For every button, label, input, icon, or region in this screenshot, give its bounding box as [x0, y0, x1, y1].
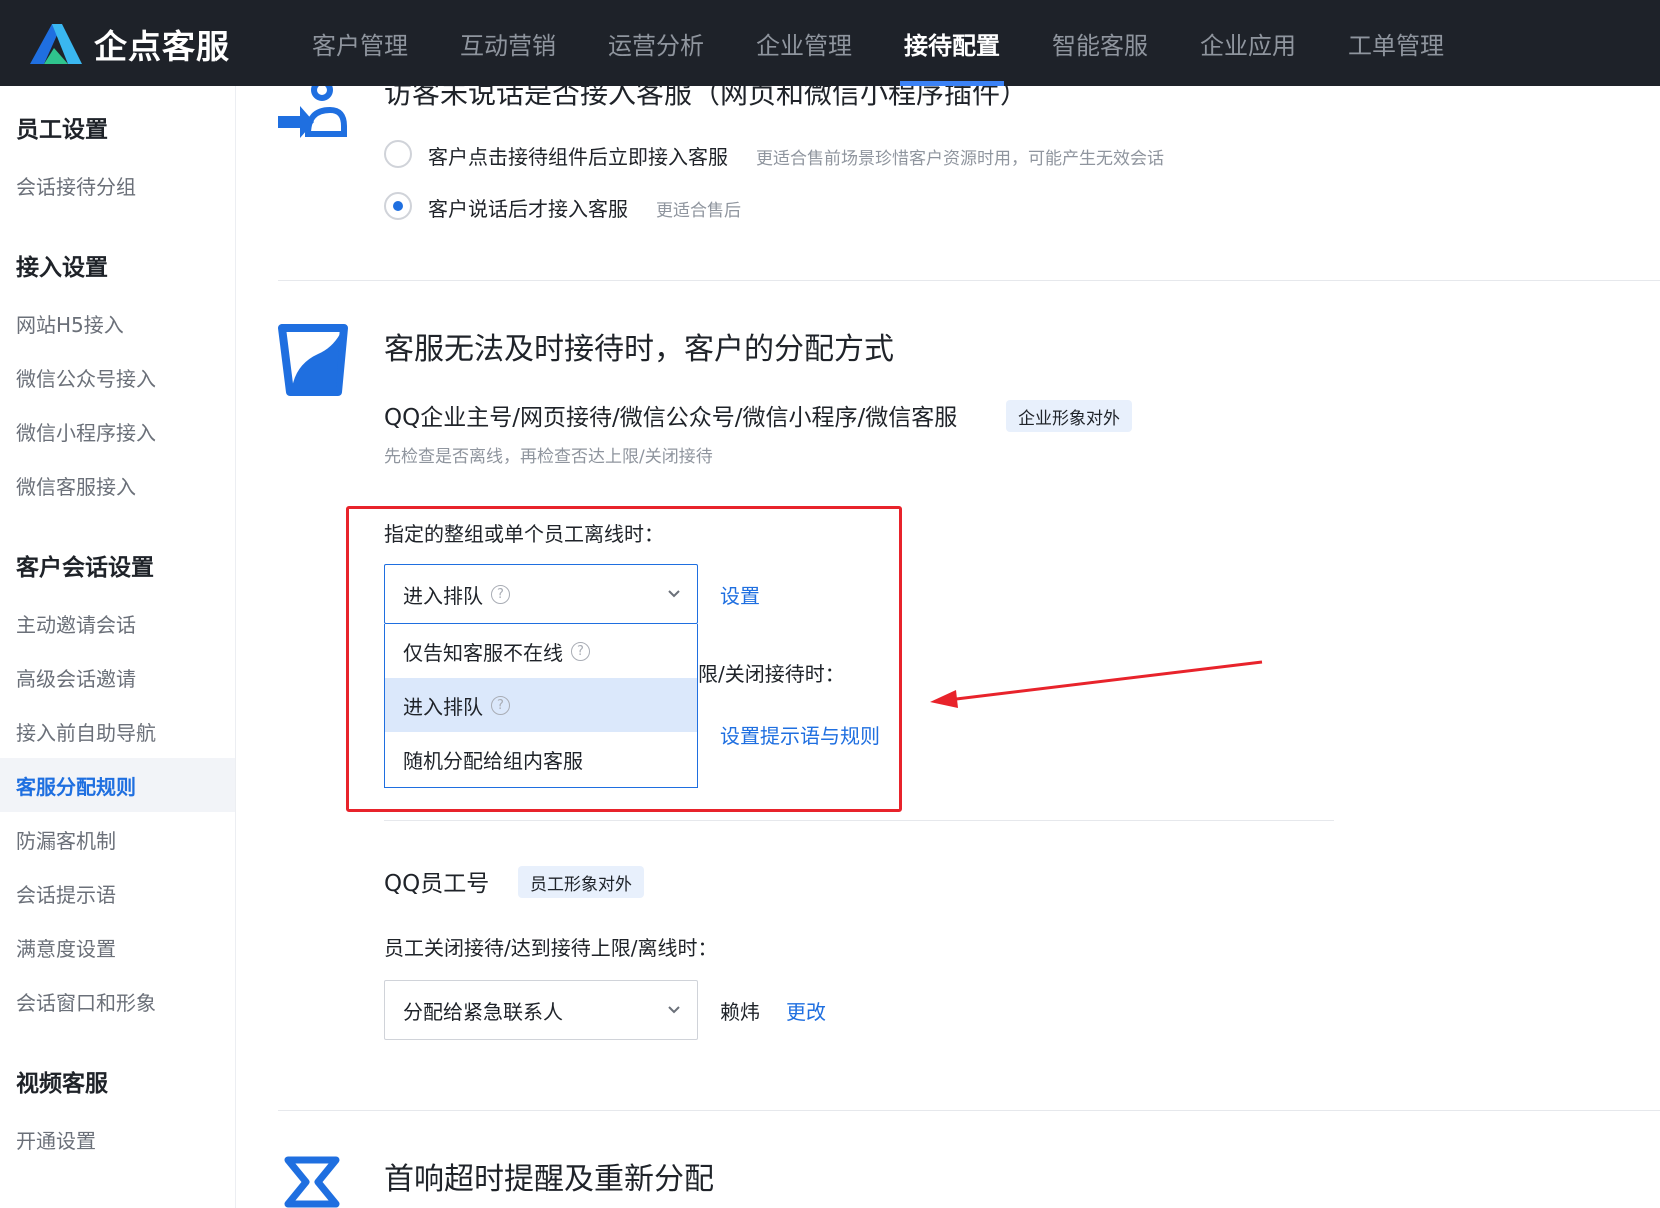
- nav-interactive-marketing[interactable]: 互动营销: [434, 0, 582, 86]
- main-content: 访客未说话是否接入客服（网页和微信小程序插件） 客户点击接待组件后立即接入客服 …: [236, 86, 1660, 1208]
- sidebar-item-active-invite[interactable]: 主动邀请会话: [0, 596, 235, 650]
- bucket-icon: [278, 324, 348, 396]
- sidebar-item-wechat-official[interactable]: 微信公众号接入: [0, 350, 235, 404]
- qq-employee-tag: 员工形象对外: [518, 866, 644, 898]
- sidebar-item-session-prompts[interactable]: 会话提示语: [0, 866, 235, 920]
- section-divider: [278, 1110, 1660, 1111]
- section1-title: 访客未说话是否接入客服（网页和微信小程序插件）: [384, 86, 1029, 110]
- annotation-highlight-box: [346, 506, 902, 812]
- top-navigation-bar: 企点客服 客户管理 互动营销 运营分析 企业管理 接待配置 智能客服 企业应用 …: [0, 0, 1660, 86]
- channel-description: 先检查是否离线，再检查否达上限/关闭接待: [384, 447, 713, 467]
- sidebar-item-window-image[interactable]: 会话窗口和形象: [0, 974, 235, 1028]
- qq-employee-title: QQ员工号: [384, 871, 490, 897]
- nav-enterprise-apps[interactable]: 企业应用: [1174, 0, 1322, 86]
- app-logo[interactable]: 企点客服: [26, 20, 230, 68]
- nav-reception-config[interactable]: 接待配置: [878, 0, 1026, 86]
- sidebar-group-video: 视频客服: [16, 1071, 108, 1097]
- option-connect-after-speak-label: 客户说话后才接入客服: [428, 197, 628, 221]
- sidebar-item-assignment-rules[interactable]: 客服分配规则: [0, 758, 235, 812]
- qq-employee-strategy-value: 分配给紧急联系人: [403, 999, 563, 1024]
- annotation-arrow-icon: [930, 660, 1263, 708]
- sidebar-group-staff: 员工设置: [16, 117, 108, 143]
- chevron-down-icon: [668, 1006, 680, 1014]
- sidebar: 员工设置 会话接待分组 接入设置 网站H5接入 微信公众号接入 微信小程序接入 …: [0, 86, 236, 1208]
- logo-mark-icon: [30, 24, 82, 64]
- emergency-contact-name: 赖炜: [720, 1000, 760, 1024]
- radio-connect-after-speak[interactable]: [384, 192, 412, 220]
- section-divider: [278, 280, 1660, 281]
- sidebar-item-satisfaction[interactable]: 满意度设置: [0, 920, 235, 974]
- sidebar-item-advanced-invite[interactable]: 高级会话邀请: [0, 650, 235, 704]
- user-enter-icon: [278, 86, 347, 138]
- inner-divider: [384, 820, 1334, 821]
- sidebar-group-access: 接入设置: [16, 255, 108, 281]
- section3-title: 首响超时提醒及重新分配: [384, 1162, 714, 1197]
- nav-customer-management[interactable]: 客户管理: [286, 0, 434, 86]
- qq-employee-strategy-select[interactable]: 分配给紧急联系人: [384, 980, 698, 1040]
- sidebar-group-session: 客户会话设置: [16, 555, 154, 581]
- change-contact-link[interactable]: 更改: [786, 996, 826, 1025]
- radio-connect-on-click[interactable]: [384, 140, 412, 168]
- option-connect-on-click-hint: 更适合售前场景珍惜客户资源时用，可能产生无效会话: [756, 149, 1164, 169]
- sidebar-item-session-groups[interactable]: 会话接待分组: [0, 158, 235, 212]
- app-name: 企点客服: [94, 27, 230, 66]
- qq-employee-label: 员工关闭接待/达到接待上限/离线时：: [384, 936, 718, 960]
- nav-enterprise-management[interactable]: 企业管理: [730, 0, 878, 86]
- option-connect-on-click-label: 客户点击接待组件后立即接入客服: [428, 145, 728, 169]
- nav-smart-service[interactable]: 智能客服: [1026, 0, 1174, 86]
- section2-title: 客服无法及时接待时，客户的分配方式: [384, 332, 894, 367]
- nav-ticket-management[interactable]: 工单管理: [1322, 0, 1470, 86]
- option-connect-after-speak-hint: 更适合售后: [656, 201, 741, 221]
- hourglass-icon: [284, 1156, 340, 1208]
- channel-tag: 企业形象对外: [1006, 400, 1132, 432]
- sidebar-item-enable-settings[interactable]: 开通设置: [0, 1112, 235, 1166]
- sidebar-item-anti-missing[interactable]: 防漏客机制: [0, 812, 235, 866]
- sidebar-item-self-navigation[interactable]: 接入前自助导航: [0, 704, 235, 758]
- sidebar-item-wechat-miniprogram[interactable]: 微信小程序接入: [0, 404, 235, 458]
- sidebar-item-website-h5[interactable]: 网站H5接入: [0, 296, 235, 350]
- main-nav: 客户管理 互动营销 运营分析 企业管理 接待配置 智能客服 企业应用 工单管理: [286, 0, 1470, 86]
- channel-title: QQ企业主号/网页接待/微信公众号/微信小程序/微信客服: [384, 405, 958, 431]
- sidebar-item-wechat-service[interactable]: 微信客服接入: [0, 458, 235, 512]
- nav-operations-analysis[interactable]: 运营分析: [582, 0, 730, 86]
